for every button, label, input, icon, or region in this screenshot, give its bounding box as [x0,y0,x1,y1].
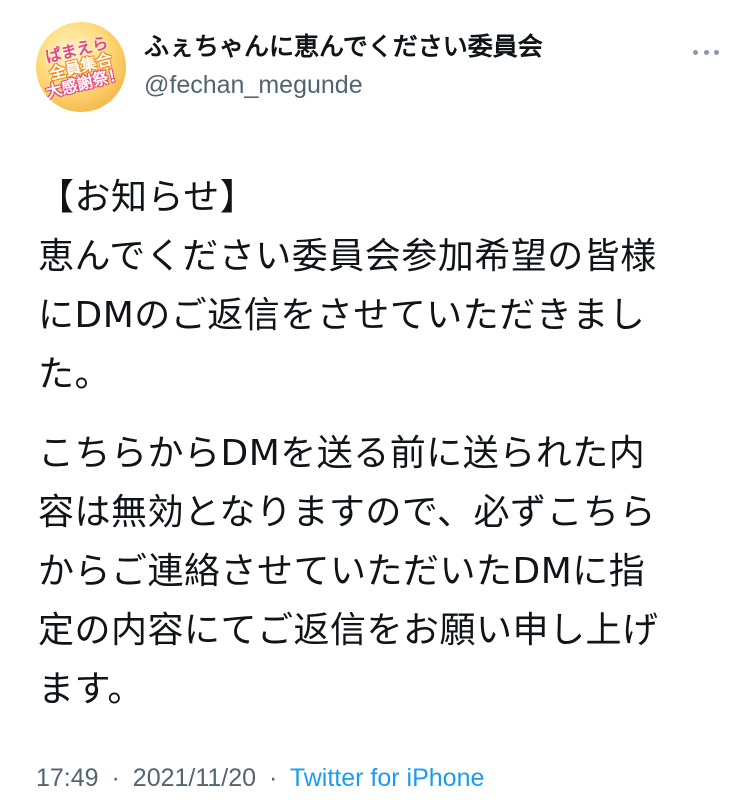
tweet-line: た。 [38,354,112,395]
account-handle[interactable]: @fechan_megunde [144,68,543,102]
tweet-card: ぱまえら 全員集合 大感謝祭！ ふぇちゃんに恵んでください委員会 @fechan… [0,0,750,811]
tweet-line: からご連絡させていただいたDMに指 [38,551,646,592]
account-names: ふぇちゃんに恵んでください委員会 @fechan_megunde [144,30,543,102]
more-options-button[interactable] [688,40,724,64]
tweet-line: 恵んでください委員会参加希望の皆様 [38,236,657,277]
tweet-date[interactable]: 2021/11/20 [133,764,256,792]
tweet-time[interactable]: 17:49 [36,764,99,792]
tweet-paragraph-1: 【お知らせ】 恵んでください委員会参加希望の皆様 にDMのご返信をさせていただき… [38,168,718,404]
tweet-text: 【お知らせ】 恵んでください委員会参加希望の皆様 にDMのご返信をさせていただき… [38,168,718,719]
tweet-line: にDMのご返信をさせていただきまし [38,295,646,336]
display-name[interactable]: ふぇちゃんに恵んでください委員会 [144,30,543,64]
more-dot [693,49,698,55]
more-horizontal-icon [693,49,719,55]
tweet-source-link[interactable]: Twitter for iPhone [290,764,485,792]
tweet-paragraph-2: こちらからDMを送る前に送られた内 容は無効となりますので、必ずこちら からご連… [38,424,718,719]
tweet-line: 定の内容にてご返信をお願い申し上げ [38,610,659,651]
avatar-logo-text: ぱまえら 全員集合 大感謝祭！ [36,33,126,101]
meta-separator: · [269,764,278,792]
tweet-line: 【お知らせ】 [38,177,257,218]
more-dot [714,49,719,55]
tweet-header: ぱまえら 全員集合 大感謝祭！ ふぇちゃんに恵んでください委員会 @fechan… [36,22,730,122]
tweet-line: 容は無効となりますので、必ずこちら [38,492,656,533]
more-dot [703,49,709,55]
avatar[interactable]: ぱまえら 全員集合 大感謝祭！ [36,22,126,112]
tweet-line: ます。 [38,669,144,710]
tweet-line: こちらからDMを送る前に送られた内 [38,433,646,474]
meta-separator: · [111,764,120,792]
tweet-meta: 17:49 · 2021/11/20 · Twitter for iPhone [36,760,484,796]
